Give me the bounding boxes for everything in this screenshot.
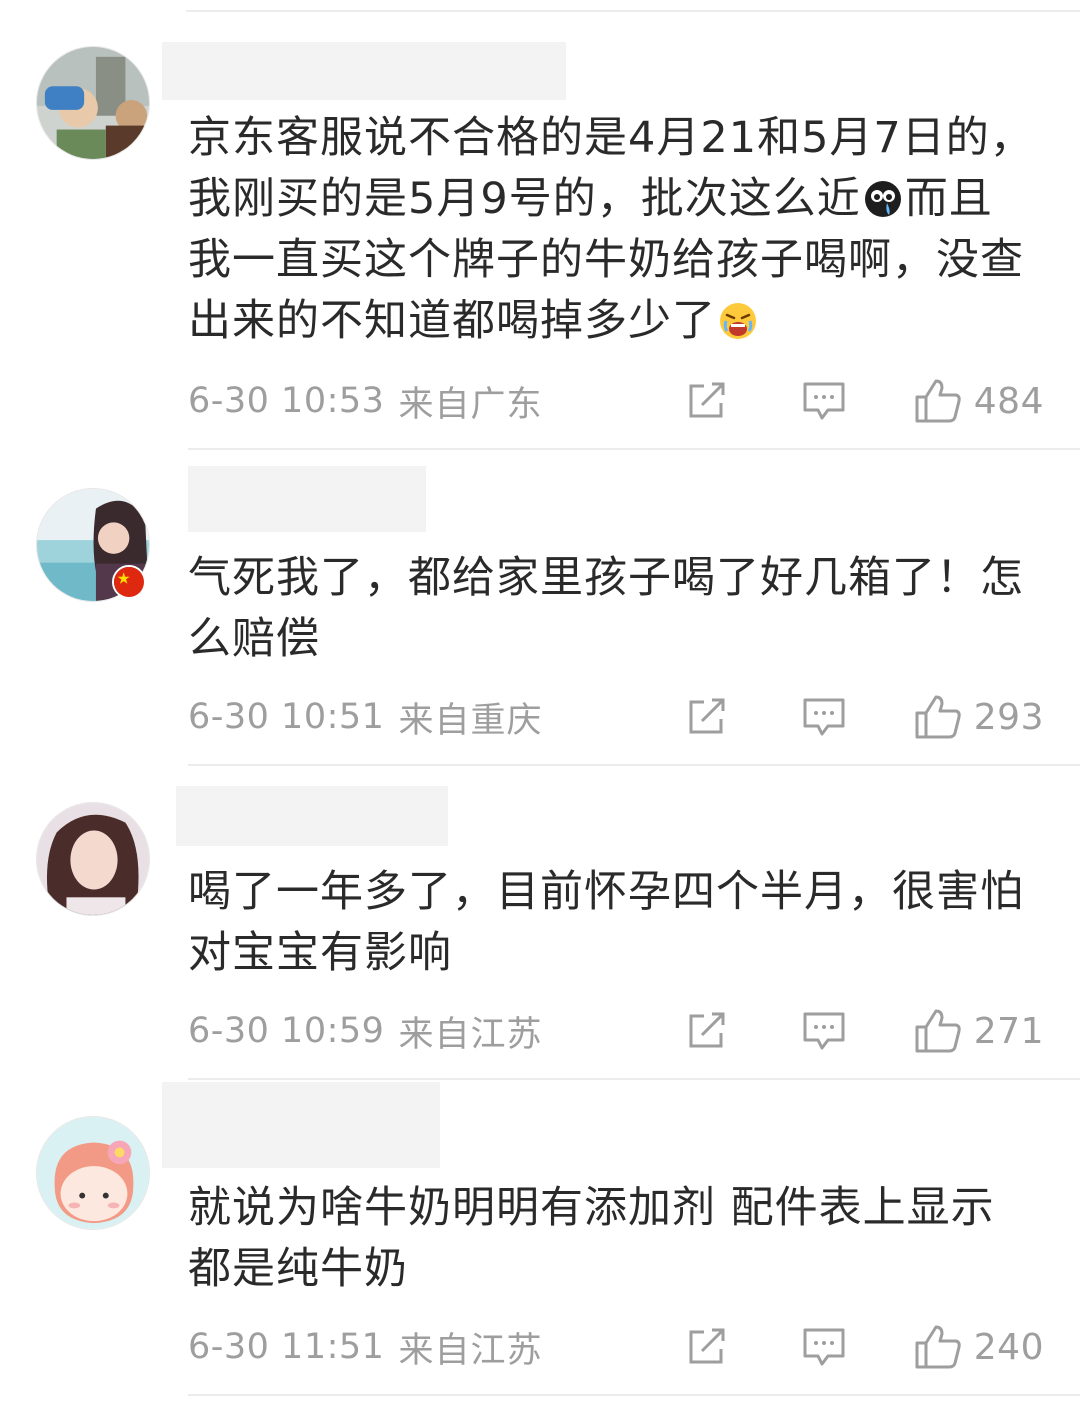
avatar[interactable] xyxy=(36,802,150,916)
comment-time: 6-30 10:53 xyxy=(188,381,385,421)
comment-location: 来自江苏 xyxy=(398,1014,543,1055)
top-divider xyxy=(186,10,1080,12)
share-icon xyxy=(689,1328,725,1364)
comment-icon xyxy=(803,1012,845,1050)
avatar[interactable] xyxy=(36,1116,150,1230)
share-button[interactable] xyxy=(686,1011,728,1051)
like-count: 240 xyxy=(973,1326,1044,1368)
comment-icon xyxy=(803,382,845,420)
like-count: 484 xyxy=(973,380,1044,422)
comment-location: 来自广东 xyxy=(398,384,543,425)
like-button[interactable]: 271 xyxy=(914,1008,1044,1054)
comment-time: 6-30 10:59 xyxy=(188,1011,385,1051)
comment-button[interactable] xyxy=(802,696,846,738)
comment-time: 6-30 11:51 xyxy=(188,1327,385,1367)
share-icon xyxy=(689,1012,725,1048)
comment-location: 来自重庆 xyxy=(398,700,543,741)
thumbs-up-icon xyxy=(915,1009,961,1053)
divider xyxy=(188,764,1080,766)
angry-crying-face-emoji xyxy=(720,303,756,339)
comment-button[interactable] xyxy=(802,1326,846,1368)
thumbs-up-icon xyxy=(915,379,961,423)
comment-meta: 6-30 10:53 来自广东 484 xyxy=(188,376,1044,426)
comment-location: 来自江苏 xyxy=(398,1330,543,1371)
redacted-username xyxy=(176,786,448,846)
like-count: 293 xyxy=(973,696,1044,738)
divider xyxy=(188,1078,1080,1080)
comment-text: 喝了一年多了，目前怀孕四个半月，很害怕 对宝宝有影响 xyxy=(188,867,1024,978)
comment-button[interactable] xyxy=(802,380,846,422)
like-button[interactable]: 240 xyxy=(914,1324,1044,1370)
comment-icon xyxy=(803,1328,845,1366)
like-count: 271 xyxy=(973,1010,1044,1052)
thumbs-up-icon xyxy=(915,1325,961,1369)
comment-meta: 6-30 10:59 来自江苏 271 xyxy=(188,1006,1044,1056)
like-button[interactable]: 293 xyxy=(914,694,1044,740)
crying-face-emoji xyxy=(864,181,901,217)
redacted-username xyxy=(188,466,426,532)
comment-meta: 6-30 11:51 来自江苏 240 xyxy=(188,1322,1044,1372)
comment-time: 6-30 10:51 xyxy=(188,697,385,737)
comment-text: 气死我了，都给家里孩子喝了好几箱了！怎 么赔偿 xyxy=(188,553,1024,664)
divider xyxy=(188,448,1080,450)
comment-text: 就说为啥牛奶明明有添加剂 配件表上显示 都是纯牛奶 xyxy=(188,1183,995,1294)
avatar[interactable] xyxy=(36,46,150,160)
like-button[interactable]: 484 xyxy=(914,378,1044,424)
comment-meta: 6-30 10:51 来自重庆 293 xyxy=(188,692,1044,742)
share-button[interactable] xyxy=(686,697,728,737)
redacted-username xyxy=(162,1082,440,1168)
flag-badge-icon xyxy=(112,565,146,599)
divider xyxy=(188,1394,1080,1396)
redacted-username xyxy=(162,42,566,100)
share-button[interactable] xyxy=(686,381,728,421)
thumbs-up-icon xyxy=(915,695,961,739)
share-icon xyxy=(689,382,725,418)
comment-button[interactable] xyxy=(802,1010,846,1052)
comment-icon xyxy=(803,698,845,736)
share-icon xyxy=(689,698,725,734)
share-button[interactable] xyxy=(686,1327,728,1367)
comment-text: 京东客服说不合格的是4月21和5月7日的， 我刚买的是5月9号的，批次这么近 而且… xyxy=(188,113,1034,346)
